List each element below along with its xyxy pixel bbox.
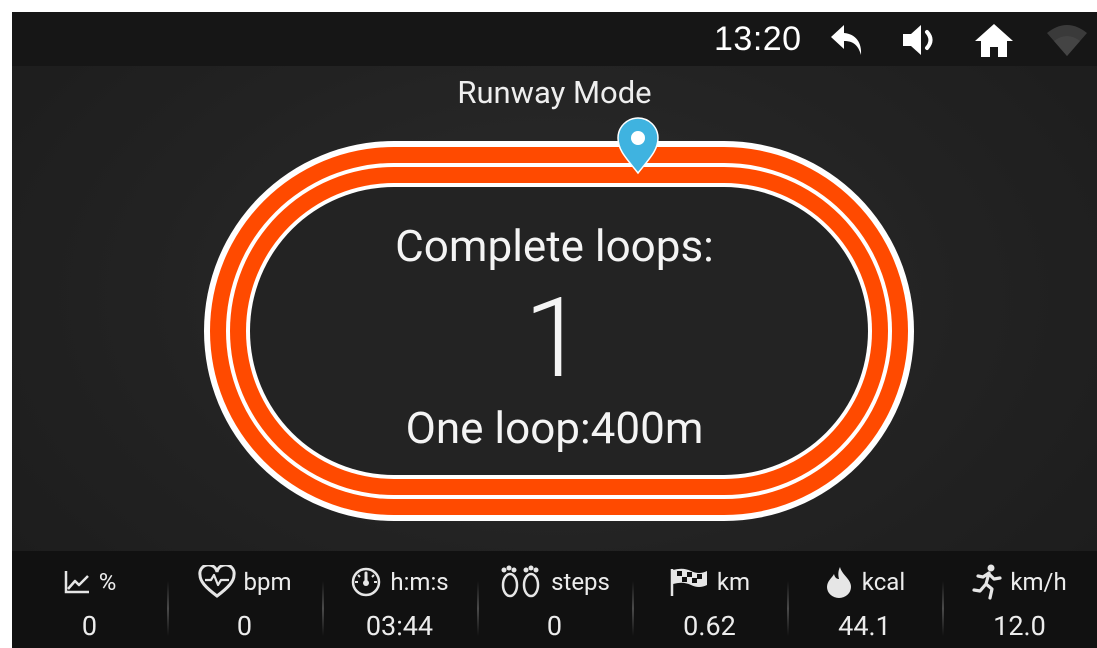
complete-loops-value: 1 bbox=[523, 274, 585, 403]
stat-unit: h:m:s bbox=[390, 568, 449, 596]
stat-unit: kcal bbox=[861, 568, 906, 596]
stat-value: 0 bbox=[546, 610, 563, 642]
runner-icon bbox=[972, 564, 1002, 600]
stopwatch-icon bbox=[350, 566, 382, 598]
stat-unit: bpm bbox=[243, 568, 292, 596]
stat-value: 0 bbox=[81, 610, 98, 642]
stat-unit: steps bbox=[551, 568, 610, 596]
heart-rate-icon bbox=[197, 565, 236, 599]
stat-calories: kcal 44.1 bbox=[787, 551, 942, 648]
stat-value: 44.1 bbox=[838, 610, 891, 642]
footprints-icon bbox=[499, 565, 543, 599]
stat-value: 12.0 bbox=[993, 610, 1046, 642]
treadmill-screen: 13:20 Runway Mode Complete loops: 1 One … bbox=[12, 12, 1097, 648]
stat-distance: km 0.62 bbox=[632, 551, 787, 648]
stat-unit: km/h bbox=[1010, 568, 1067, 596]
incline-chart-icon bbox=[63, 569, 91, 595]
flame-icon bbox=[824, 565, 854, 599]
stat-heart-rate: bpm 0 bbox=[167, 551, 322, 648]
stat-value: 0.62 bbox=[683, 610, 736, 642]
stat-value: 03:44 bbox=[365, 610, 434, 642]
stat-speed: km/h 12.0 bbox=[942, 551, 1097, 648]
complete-loops-label: Complete loops: bbox=[395, 220, 714, 272]
stat-steps: steps 0 bbox=[477, 551, 632, 648]
stat-incline: % 0 bbox=[12, 551, 167, 648]
checkered-flag-icon bbox=[669, 567, 709, 597]
stat-value: 0 bbox=[236, 610, 253, 642]
stat-time: h:m:s 03:44 bbox=[322, 551, 477, 648]
stats-bar: % 0 bpm 0 h:m:s 03:44 steps 0 km 0.62 kc… bbox=[12, 551, 1097, 648]
one-loop-length: One loop:400m bbox=[405, 402, 704, 454]
stat-unit: km bbox=[716, 568, 751, 596]
stat-unit: % bbox=[98, 568, 117, 596]
